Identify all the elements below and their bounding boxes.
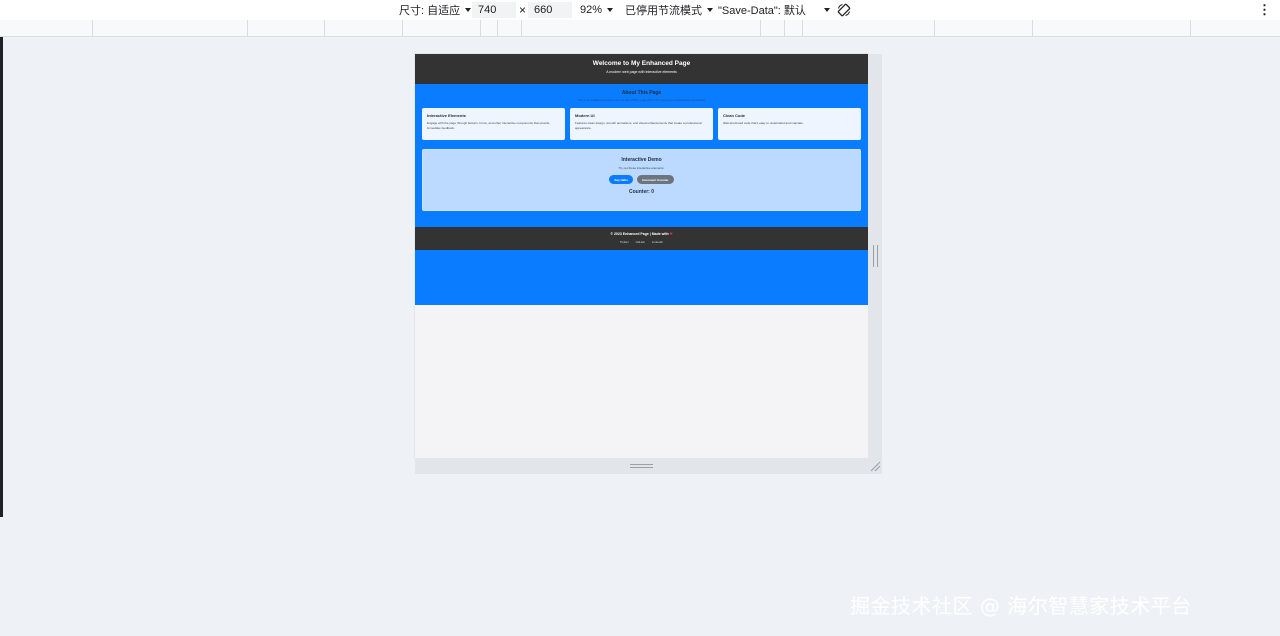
chevron-down-icon xyxy=(465,8,472,12)
width-input[interactable] xyxy=(472,2,516,18)
zoom-label: 92% xyxy=(580,4,603,16)
footer-link-github[interactable]: GitHub xyxy=(636,240,645,244)
rotate-icon xyxy=(837,3,851,17)
footer-link-linkedin[interactable]: LinkedIn xyxy=(652,240,663,244)
about-description: This is an enhanced version of a simple … xyxy=(577,98,706,102)
chevron-down-icon xyxy=(707,8,713,12)
feature-cards: Interactive Elements Engage with the pag… xyxy=(422,108,861,140)
page-title: Welcome to My Enhanced Page xyxy=(592,60,691,67)
feature-card: Interactive Elements Engage with the pag… xyxy=(422,108,565,140)
dimensions-dropdown[interactable]: 尺寸: 自适应 xyxy=(399,0,472,20)
card-text: Well-structured code that's easy to unde… xyxy=(723,121,804,125)
left-edge-bar xyxy=(0,37,3,517)
ruler-mark xyxy=(1190,20,1191,37)
ruler-mark xyxy=(480,20,481,37)
ruler-mark xyxy=(934,20,935,37)
emulated-viewport: Welcome to My Enhanced Page A modern web… xyxy=(415,54,868,458)
ruler-mark xyxy=(802,20,803,37)
ruler-mark xyxy=(324,20,325,37)
resize-handle-right[interactable] xyxy=(873,245,878,267)
watermark-text: 掘金技术社区 @ 海尔智慧家技术平台 xyxy=(850,594,1192,618)
card-title: Modern UI xyxy=(575,113,595,118)
media-query-ruler[interactable] xyxy=(0,20,1280,37)
card-text: Features clean design, smooth animations… xyxy=(575,121,702,130)
ruler-mark xyxy=(521,20,522,37)
card-title: Interactive Elements xyxy=(427,113,466,118)
save-data-dropdown[interactable]: "Save-Data": 默认 xyxy=(718,0,830,20)
ruler-mark xyxy=(247,20,248,37)
save-data-label: "Save-Data": 默认 xyxy=(718,5,806,17)
device-toolbar: 尺寸: 自适应 × 92% 已停用节流模式 "Save-Data": 默认 ⋮ xyxy=(0,0,1280,20)
card-text: Engage with the page through buttons, fo… xyxy=(427,121,550,130)
feature-card: Modern UI Features clean design, smooth … xyxy=(570,108,713,140)
site-footer: © 2023 Enhanced Page | Made with ❤ Twitt… xyxy=(415,227,868,250)
interactive-demo: Interactive Demo Try out these interacti… xyxy=(422,149,861,211)
say-hello-button[interactable]: Say Hello xyxy=(609,175,633,184)
rotate-button[interactable] xyxy=(837,0,851,20)
ruler-mark xyxy=(402,20,403,37)
body-background-fill xyxy=(415,250,868,305)
site-header: Welcome to My Enhanced Page A modern web… xyxy=(415,54,868,84)
demo-buttons: Say Hello Increment Counter xyxy=(423,175,860,184)
heart-icon: ❤ xyxy=(669,232,673,236)
height-input[interactable] xyxy=(528,2,572,18)
throttle-label: 已停用节流模式 xyxy=(625,5,702,17)
resize-corner-icon[interactable] xyxy=(870,461,881,472)
footer-link-twitter[interactable]: Twitter xyxy=(620,240,629,244)
demo-title: Interactive Demo xyxy=(621,157,662,163)
about-section: About This Page This is an enhanced vers… xyxy=(422,90,861,102)
more-options-button[interactable]: ⋮ xyxy=(1258,0,1271,20)
feature-card: Clean Code Well-structured code that's e… xyxy=(718,108,861,140)
increment-counter-button[interactable]: Increment Counter xyxy=(636,175,674,184)
footer-links: Twitter GitHub LinkedIn xyxy=(415,240,868,244)
copyright-text: © 2023 Enhanced Page | Made with xyxy=(610,232,669,236)
about-title: About This Page xyxy=(621,90,662,96)
ruler-mark xyxy=(760,20,761,37)
counter-display: Counter: 0 xyxy=(629,189,654,195)
demo-subtitle: Try out these interactive elements: xyxy=(618,166,665,170)
zoom-dropdown[interactable]: 92% xyxy=(580,0,614,20)
ruler-mark xyxy=(784,20,785,37)
main-content: About This Page This is an enhanced vers… xyxy=(415,84,868,227)
chevron-down-icon xyxy=(823,8,830,12)
throttle-dropdown[interactable]: 已停用节流模式 xyxy=(625,0,713,20)
resize-handle-bottom[interactable] xyxy=(630,464,653,468)
page-subtitle: A modern web page with interactive eleme… xyxy=(606,70,677,74)
dimensions-label: 尺寸: 自适应 xyxy=(399,5,461,17)
ruler-mark xyxy=(497,20,498,37)
times-symbol: × xyxy=(519,3,527,17)
card-title: Clean Code xyxy=(723,113,746,118)
ruler-mark xyxy=(92,20,93,37)
footer-copyright: © 2023 Enhanced Page | Made with ❤ xyxy=(415,232,868,236)
chevron-down-icon xyxy=(607,8,614,12)
ruler-mark xyxy=(1032,20,1033,37)
